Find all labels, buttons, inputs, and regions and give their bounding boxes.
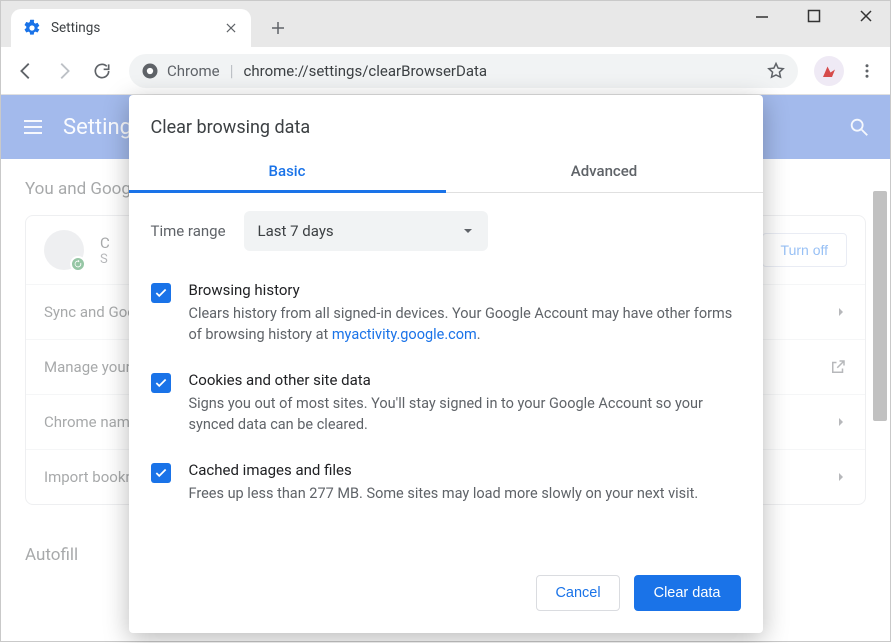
dialog-footer: Cancel Clear data <box>129 561 763 633</box>
window-controls <box>742 3 886 29</box>
window-titlebar: Settings <box>1 1 890 47</box>
address-bar[interactable]: Chrome | chrome://settings/clearBrowserD… <box>129 54 798 88</box>
time-range-row: Time range Last 7 days <box>151 211 741 251</box>
option-title: Cookies and other site data <box>189 371 741 389</box>
scrollbar-thumb[interactable] <box>873 191 887 421</box>
cancel-button[interactable]: Cancel <box>536 575 619 611</box>
time-range-label: Time range <box>151 222 226 240</box>
tab-basic[interactable]: Basic <box>129 148 446 192</box>
option-text: Cookies and other site data Signs you ou… <box>189 371 741 435</box>
bookmark-star-icon[interactable] <box>766 61 786 81</box>
option-text: Cached images and files Frees up less th… <box>189 461 699 504</box>
reload-button[interactable] <box>85 54 119 88</box>
new-tab-button[interactable] <box>263 13 293 43</box>
settings-gear-icon <box>23 19 41 37</box>
minimize-button[interactable] <box>742 3 782 29</box>
chevron-down-icon <box>462 225 474 237</box>
dialog-tabs: Basic Advanced <box>129 148 763 193</box>
option-description: Signs you out of most sites. You'll stay… <box>189 393 741 435</box>
url-separator: | <box>230 61 234 80</box>
back-button[interactable] <box>9 54 43 88</box>
url-path: chrome://settings/clearBrowserData <box>244 62 488 80</box>
dialog-body: Time range Last 7 days Browsing history … <box>129 193 763 561</box>
forward-button[interactable] <box>47 54 81 88</box>
time-range-value: Last 7 days <box>258 222 334 240</box>
clear-browsing-data-dialog: Clear browsing data Basic Advanced Time … <box>129 95 763 633</box>
tab-advanced[interactable]: Advanced <box>446 148 763 192</box>
option-browsing-history: Browsing history Clears history from all… <box>151 273 741 363</box>
close-tab-icon[interactable] <box>223 20 239 36</box>
browser-menu-button[interactable] <box>852 56 882 86</box>
option-text: Browsing history Clears history from all… <box>189 281 741 345</box>
clear-data-button[interactable]: Clear data <box>634 575 741 611</box>
myactivity-link[interactable]: myactivity.google.com <box>332 326 477 343</box>
option-cookies: Cookies and other site data Signs you ou… <box>151 363 741 453</box>
option-description: Clears history from all signed-in device… <box>189 303 741 345</box>
tab-title: Settings <box>51 20 223 36</box>
browser-toolbar: Chrome | chrome://settings/clearBrowserD… <box>1 47 890 95</box>
browser-tab-settings[interactable]: Settings <box>11 9 251 47</box>
option-cached: Cached images and files Frees up less th… <box>151 453 741 522</box>
time-range-select[interactable]: Last 7 days <box>244 211 488 251</box>
close-window-button[interactable] <box>846 3 886 29</box>
checkbox-browsing-history[interactable] <box>151 283 171 303</box>
tab-strip: Settings <box>1 1 293 47</box>
extension-icon[interactable] <box>814 56 844 86</box>
option-title: Cached images and files <box>189 461 699 479</box>
maximize-button[interactable] <box>794 3 834 29</box>
option-title: Browsing history <box>189 281 741 299</box>
chrome-icon <box>141 62 159 80</box>
dialog-title: Clear browsing data <box>129 95 763 148</box>
checkbox-cached[interactable] <box>151 463 171 483</box>
url-prefix: Chrome <box>167 62 220 80</box>
checkbox-cookies[interactable] <box>151 373 171 393</box>
option-description: Frees up less than 277 MB. Some sites ma… <box>189 483 699 504</box>
